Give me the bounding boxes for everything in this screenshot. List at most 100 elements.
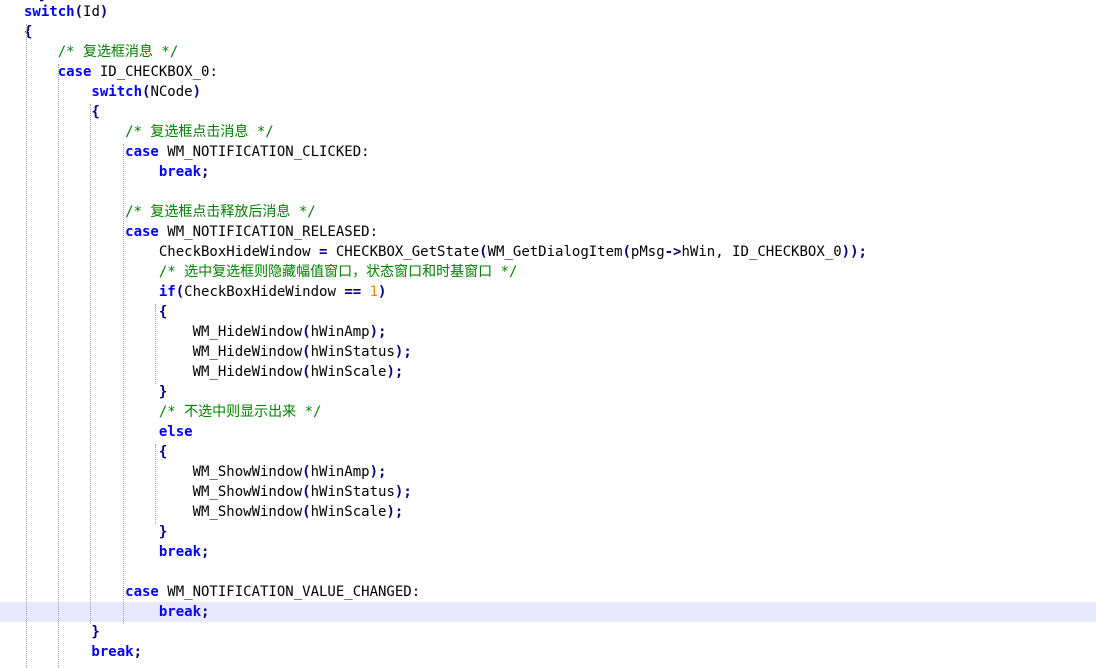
code-line-text: case WM_NOTIFICATION_RELEASED: bbox=[24, 222, 378, 242]
code-token: case bbox=[24, 224, 159, 240]
code-line[interactable]: CheckBoxHideWindow = CHECKBOX_GetState(W… bbox=[0, 242, 1096, 262]
code-line[interactable]: case WM_NOTIFICATION_VALUE_CHANGED: bbox=[0, 582, 1096, 602]
code-token: ; bbox=[133, 644, 143, 660]
code-token: ; bbox=[201, 164, 210, 180]
indent-guide bbox=[26, 24, 27, 668]
code-token: ( bbox=[175, 284, 185, 300]
code-line[interactable] bbox=[0, 562, 1096, 582]
code-token: break bbox=[24, 604, 202, 620]
code-token: } bbox=[24, 524, 168, 540]
code-token: ID_CHECKBOX_0: bbox=[91, 64, 218, 80]
code-line[interactable]: WM_ShowWindow(hWinScale); bbox=[0, 502, 1096, 522]
code-token: ( bbox=[302, 504, 311, 520]
code-line[interactable]: case WM_NOTIFICATION_CLICKED: bbox=[0, 142, 1096, 162]
code-token: /* 选中复选框则隐藏幅值窗口，状态窗口和时基窗口 */ bbox=[24, 264, 518, 280]
code-line[interactable]: } bbox=[0, 522, 1096, 542]
code-line-text: } bbox=[24, 382, 167, 402]
code-line[interactable]: /* 复选框点击释放后消息 */ bbox=[0, 202, 1096, 222]
indent-guide bbox=[58, 64, 59, 668]
code-token: hWin, ID_CHECKBOX_0 bbox=[681, 244, 842, 260]
code-line[interactable]: WM_ShowWindow(hWinStatus); bbox=[0, 482, 1096, 502]
code-token: WM_NOTIFICATION_RELEASED: bbox=[158, 224, 379, 240]
code-line[interactable]: break; bbox=[0, 542, 1096, 562]
code-line-text: WM_ShowWindow(hWinStatus); bbox=[24, 482, 412, 502]
code-token: case bbox=[24, 144, 159, 160]
code-token: 1 bbox=[369, 284, 379, 300]
code-line[interactable]: { bbox=[0, 302, 1096, 322]
code-token: break bbox=[24, 164, 202, 180]
code-line[interactable]: break; bbox=[0, 642, 1096, 662]
code-token: WM_GetDialogItem bbox=[487, 244, 623, 260]
code-line[interactable]: /* 复选框点击消息 */ bbox=[0, 122, 1096, 142]
code-token: hWinAmp bbox=[310, 324, 370, 340]
code-token: /* 复选框点击释放后消息 */ bbox=[24, 204, 316, 220]
code-line[interactable]: WM_ShowWindow(hWinAmp); bbox=[0, 462, 1096, 482]
code-token: hWinScale bbox=[310, 364, 387, 380]
code-line[interactable]: WM_HideWindow(hWinStatus); bbox=[0, 342, 1096, 362]
code-line[interactable]: /* 复选框消息 */ bbox=[0, 42, 1096, 62]
code-line-text: } bbox=[24, 622, 99, 642]
indent-guide bbox=[155, 304, 156, 384]
code-line[interactable]: if(CheckBoxHideWindow == 1) bbox=[0, 282, 1096, 302]
code-line[interactable]: break; bbox=[0, 602, 1096, 622]
code-token: ( bbox=[302, 464, 311, 480]
code-line[interactable]: { bbox=[0, 22, 1096, 42]
code-token: CheckBoxHideWindow bbox=[184, 284, 345, 300]
code-token: case bbox=[24, 584, 159, 600]
code-token: ( bbox=[302, 484, 311, 500]
code-line[interactable]: /* 选中复选框则隐藏幅值窗口，状态窗口和时基窗口 */ bbox=[0, 262, 1096, 282]
code-line-text: case WM_NOTIFICATION_VALUE_CHANGED: bbox=[24, 582, 420, 602]
code-line-text: /* 选中复选框则隐藏幅值窗口，状态窗口和时基窗口 */ bbox=[24, 262, 518, 282]
indent-guide bbox=[123, 144, 124, 624]
code-line[interactable]: case WM_NOTIFICATION_RELEASED: bbox=[0, 222, 1096, 242]
code-line[interactable]: /* 不选中则显示出来 */ bbox=[0, 402, 1096, 422]
code-line[interactable] bbox=[0, 182, 1096, 202]
code-line[interactable]: { bbox=[0, 442, 1096, 462]
code-token: WM_ShowWindow bbox=[24, 484, 303, 500]
code-token: )); bbox=[841, 244, 867, 260]
code-token: else bbox=[24, 424, 193, 440]
code-token: Id bbox=[83, 4, 100, 20]
code-token: hWinStatus bbox=[310, 484, 395, 500]
code-token: { bbox=[24, 304, 168, 320]
code-token: -> bbox=[664, 244, 682, 260]
code-token: WM_ShowWindow bbox=[24, 504, 303, 520]
code-line[interactable]: switch(NCode) bbox=[0, 82, 1096, 102]
code-token: hWinStatus bbox=[310, 344, 395, 360]
code-line[interactable]: else bbox=[0, 422, 1096, 442]
code-line-text: /* 复选框点击释放后消息 */ bbox=[24, 202, 316, 222]
code-token: /* 不选中则显示出来 */ bbox=[24, 404, 322, 420]
code-token: hWinScale bbox=[310, 504, 387, 520]
code-line-text: break; bbox=[24, 642, 142, 662]
code-line-text: switch(Id) bbox=[24, 2, 108, 22]
indent-guide bbox=[90, 104, 91, 624]
code-line[interactable]: } bbox=[0, 622, 1096, 642]
code-token: pMsg bbox=[630, 244, 665, 260]
code-line-text: { bbox=[24, 442, 167, 462]
code-line[interactable]: case ID_CHECKBOX_0: bbox=[0, 62, 1096, 82]
code-token: ); bbox=[394, 344, 412, 360]
code-line-text: switch(NCode) bbox=[24, 82, 201, 102]
code-line-text: WM_ShowWindow(hWinAmp); bbox=[24, 462, 387, 482]
code-token: WM_ShowWindow bbox=[24, 464, 303, 480]
code-line[interactable]: break; bbox=[0, 162, 1096, 182]
code-token: ( bbox=[302, 364, 311, 380]
code-editor[interactable]: } switch(Id){ /* 复选框消息 */ case ID_CHECKB… bbox=[0, 0, 1096, 668]
code-token: { bbox=[24, 104, 100, 120]
code-token: if bbox=[24, 284, 176, 300]
code-line[interactable]: switch(Id) bbox=[0, 2, 1096, 22]
code-token: ( bbox=[479, 244, 488, 260]
code-token: WM_HideWindow bbox=[24, 364, 303, 380]
code-token: NCode bbox=[150, 84, 193, 100]
code-line-text: else bbox=[24, 422, 193, 442]
code-token: ) bbox=[99, 4, 109, 20]
code-line[interactable]: { bbox=[0, 102, 1096, 122]
code-line-text: WM_ShowWindow(hWinScale); bbox=[24, 502, 404, 522]
code-token: } bbox=[24, 384, 168, 400]
code-line[interactable]: } bbox=[0, 382, 1096, 402]
code-line[interactable]: WM_HideWindow(hWinAmp); bbox=[0, 322, 1096, 342]
code-line[interactable]: WM_HideWindow(hWinScale); bbox=[0, 362, 1096, 382]
code-token: switch bbox=[24, 4, 75, 20]
code-token: ); bbox=[369, 464, 387, 480]
